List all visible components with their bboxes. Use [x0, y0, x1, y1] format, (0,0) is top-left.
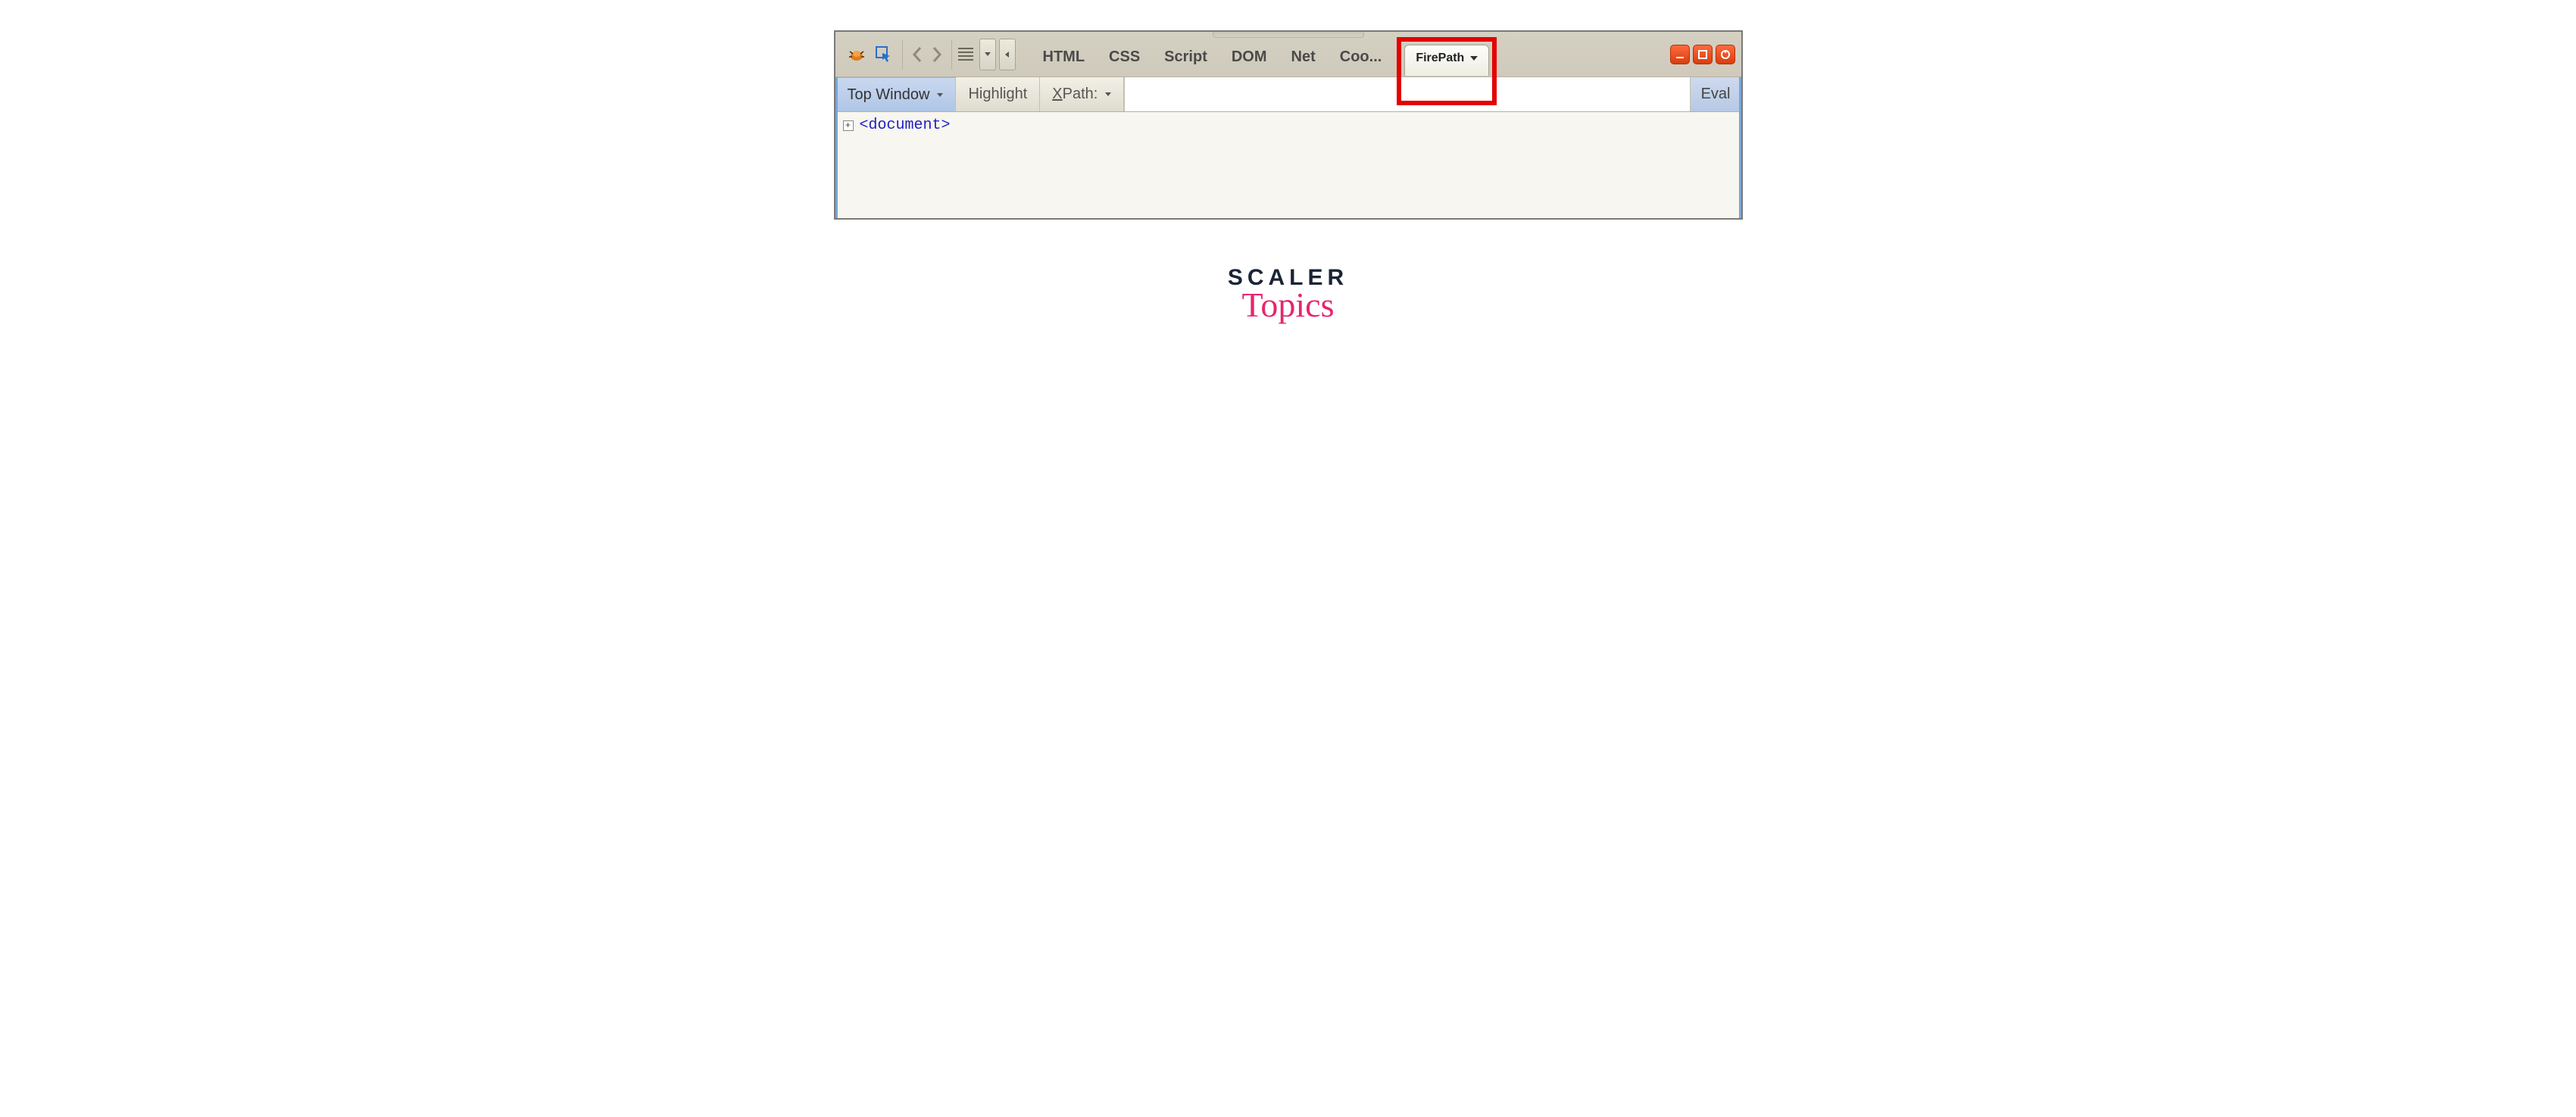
document-node[interactable]: <document>: [860, 117, 951, 134]
panel-collapse-button[interactable]: [999, 39, 1016, 70]
scaler-topics-logo: SCALER Topics: [1228, 265, 1348, 325]
logo-line2: Topics: [1228, 285, 1348, 325]
tab-script[interactable]: Script: [1152, 41, 1219, 76]
tab-css[interactable]: CSS: [1097, 41, 1152, 76]
eval-label: Eval: [1701, 86, 1731, 103]
window-controls: [1670, 45, 1735, 64]
tree-row[interactable]: + <document>: [843, 117, 1734, 134]
detach-button[interactable]: [1693, 45, 1713, 64]
close-button[interactable]: [1716, 45, 1735, 64]
tab-html[interactable]: HTML: [1031, 41, 1098, 76]
highlight-button[interactable]: Highlight: [956, 77, 1040, 111]
tab-firepath-label: FirePath: [1416, 51, 1464, 65]
chevron-down-icon: [1105, 92, 1111, 96]
panel-dropdown-button[interactable]: [979, 39, 996, 70]
xpath-mode-dropdown[interactable]: XPath:: [1040, 77, 1124, 111]
xpath-label: XPath:: [1052, 86, 1098, 103]
firebug-panel: HTML CSS Script DOM Net Coo... FirePath: [834, 30, 1743, 220]
expand-toggle[interactable]: +: [843, 120, 854, 131]
panel-menu-icon[interactable]: [955, 44, 976, 65]
tab-cookies[interactable]: Coo...: [1328, 41, 1394, 76]
firepath-toolbar: Top Window Highlight XPath: Eval: [835, 77, 1741, 112]
tab-dom[interactable]: DOM: [1219, 41, 1279, 76]
tab-firepath[interactable]: FirePath: [1404, 45, 1489, 76]
forward-button[interactable]: [927, 42, 947, 67]
main-toolbar: HTML CSS Script DOM Net Coo... FirePath: [835, 32, 1741, 77]
firebug-icon[interactable]: [845, 42, 869, 67]
result-tree: + <document>: [835, 112, 1741, 218]
nav-history-group: [902, 39, 952, 70]
inspect-icon[interactable]: [872, 42, 896, 67]
minimize-button[interactable]: [1670, 45, 1690, 64]
top-window-label: Top Window: [848, 86, 930, 104]
top-window-dropdown[interactable]: Top Window: [835, 77, 957, 111]
eval-button[interactable]: Eval: [1691, 77, 1741, 111]
chevron-down-icon: [937, 93, 943, 97]
panel-tabs: HTML CSS Script DOM Net Coo... FirePath: [1031, 32, 1661, 76]
highlight-label: Highlight: [968, 86, 1027, 103]
tab-net[interactable]: Net: [1279, 41, 1328, 76]
drag-handle[interactable]: [1213, 32, 1364, 38]
back-button[interactable]: [907, 42, 927, 67]
firepath-highlight-box: FirePath: [1397, 37, 1497, 105]
chevron-down-icon: [1470, 56, 1478, 61]
